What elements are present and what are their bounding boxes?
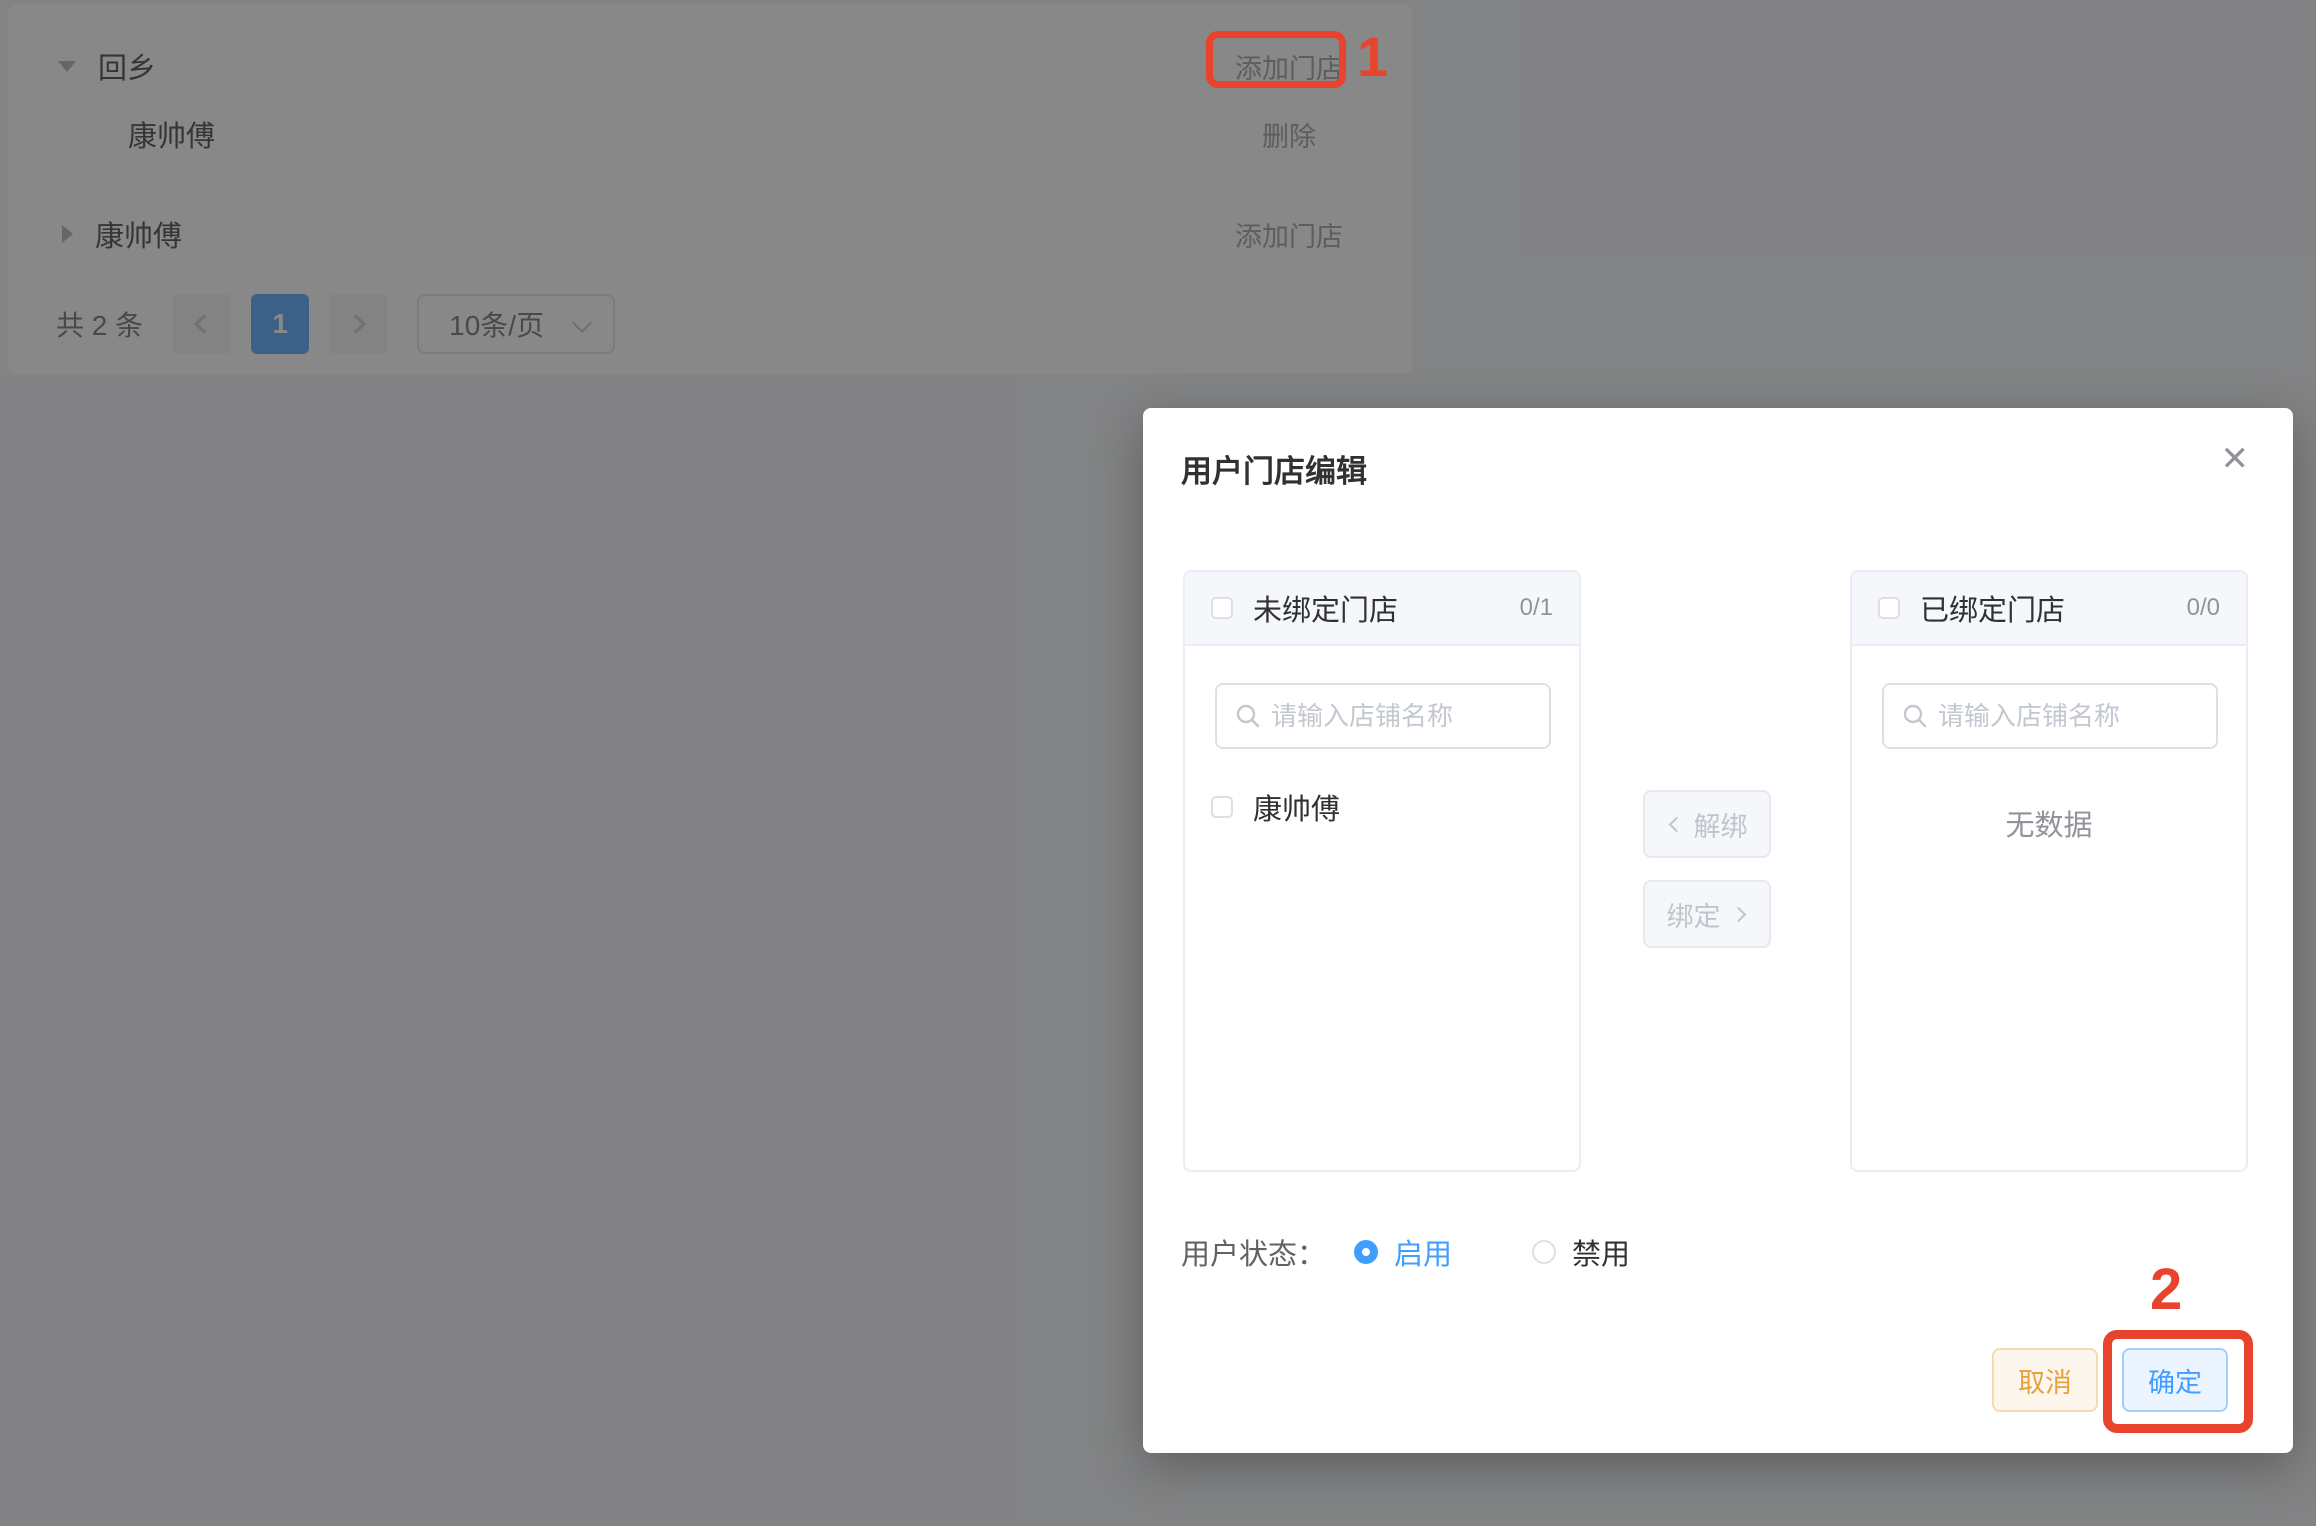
bound-stores-panel: 已绑定门店 0/0 无数据 bbox=[1850, 570, 2248, 1172]
step2-highlight-box bbox=[2103, 1330, 2253, 1433]
user-store-edit-dialog: 用户门店编辑 ✕ 未绑定门店 0/1 康帅傅 bbox=[1143, 408, 2293, 1453]
user-status-row: 用户状态： 启用 禁用 bbox=[1181, 1231, 1630, 1273]
unbound-panel-header: 未绑定门店 0/1 bbox=[1185, 572, 1579, 646]
select-all-checkbox[interactable] bbox=[1211, 597, 1233, 619]
dialog-title: 用户门店编辑 bbox=[1181, 446, 1367, 491]
search-icon bbox=[1902, 703, 1928, 729]
unbound-panel-count: 0/1 bbox=[1520, 594, 1553, 622]
bound-panel-title: 已绑定门店 bbox=[1920, 587, 2065, 629]
step1-highlight-box bbox=[1206, 31, 1346, 88]
chevron-left-icon bbox=[1668, 816, 1684, 832]
unbound-stores-panel: 未绑定门店 0/1 康帅傅 bbox=[1183, 570, 1581, 1172]
radio-disabled[interactable] bbox=[1532, 1240, 1556, 1264]
unbound-panel-title: 未绑定门店 bbox=[1253, 587, 1398, 629]
bind-button[interactable]: 绑定 bbox=[1643, 880, 1771, 948]
select-all-checkbox[interactable] bbox=[1878, 597, 1900, 619]
store-list-item[interactable]: 康帅傅 bbox=[1185, 785, 1579, 829]
cancel-button[interactable]: 取消 bbox=[1992, 1348, 2098, 1412]
step2-number: 2 bbox=[2150, 1256, 2182, 1323]
search-icon bbox=[1235, 703, 1261, 729]
bound-panel-header: 已绑定门店 0/0 bbox=[1852, 572, 2246, 646]
unbound-search-box bbox=[1215, 683, 1551, 749]
screen: 回乡 添加门店 康帅傅 删除 康帅傅 添加门店 共 2 条 1 10条/页 bbox=[0, 0, 2316, 1526]
empty-data-text: 无数据 bbox=[1852, 802, 2246, 844]
close-icon[interactable]: ✕ bbox=[2221, 442, 2250, 476]
unbind-button-label: 解绑 bbox=[1694, 805, 1748, 844]
unbind-button[interactable]: 解绑 bbox=[1643, 790, 1771, 858]
radio-enabled[interactable] bbox=[1354, 1240, 1378, 1264]
bind-button-label: 绑定 bbox=[1667, 895, 1721, 934]
bound-panel-count: 0/0 bbox=[2187, 594, 2220, 622]
radio-enabled-label[interactable]: 启用 bbox=[1394, 1231, 1452, 1273]
unbound-search-input[interactable] bbox=[1271, 701, 1521, 732]
user-status-label: 用户状态： bbox=[1181, 1231, 1326, 1273]
step1-number: 1 bbox=[1357, 24, 1388, 89]
item-label: 康帅傅 bbox=[1253, 786, 1340, 828]
chevron-right-icon bbox=[1730, 906, 1746, 922]
bound-search-box bbox=[1882, 683, 2218, 749]
bound-search-input[interactable] bbox=[1938, 701, 2188, 732]
radio-disabled-label[interactable]: 禁用 bbox=[1572, 1231, 1630, 1273]
item-checkbox[interactable] bbox=[1211, 796, 1233, 818]
